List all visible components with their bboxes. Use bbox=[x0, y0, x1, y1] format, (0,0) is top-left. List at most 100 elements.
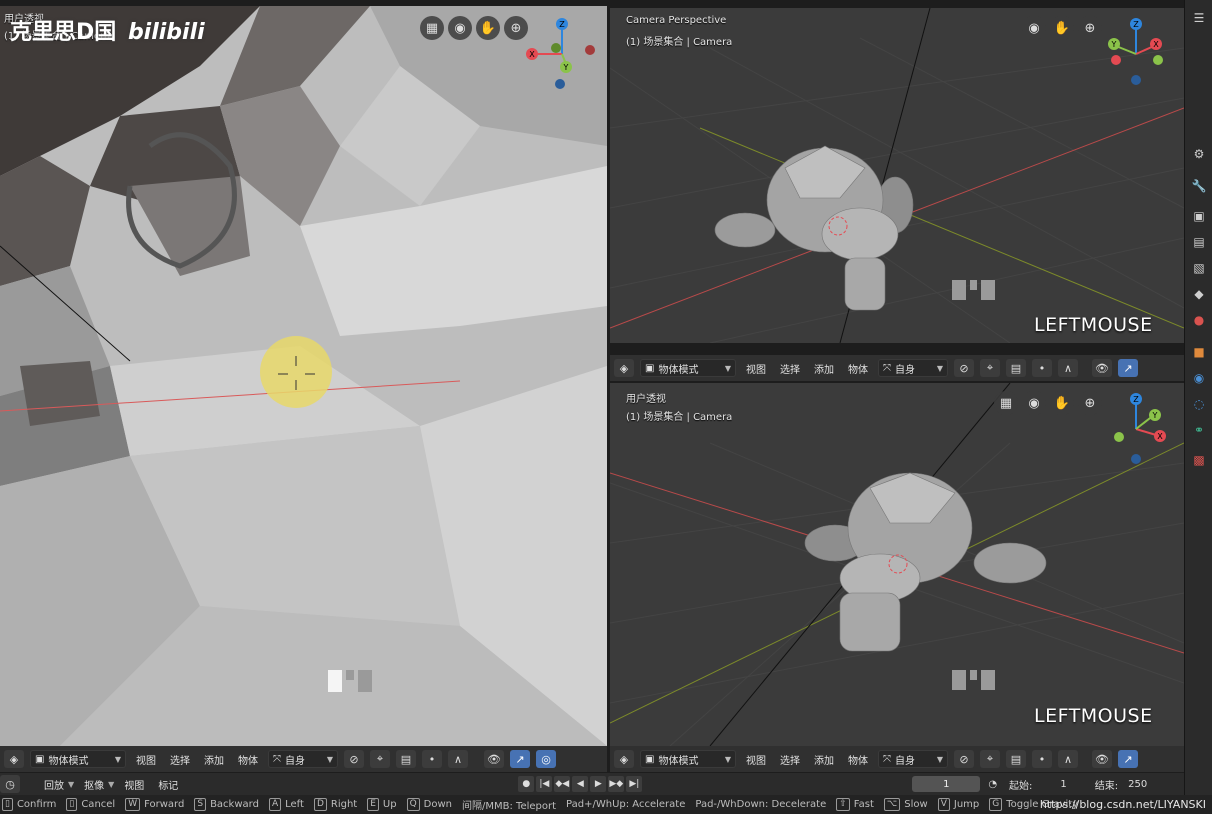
tool-icon[interactable]: 🔧 bbox=[1191, 178, 1207, 194]
tool-settings-icon[interactable]: ⚙ bbox=[1191, 146, 1207, 162]
page-bottom-margin bbox=[0, 814, 1212, 834]
mouse-left-button bbox=[952, 280, 966, 300]
menu-select[interactable]: 选择 bbox=[776, 361, 804, 376]
pivot-icon[interactable]: ⊘ bbox=[344, 750, 364, 768]
proportional-edit-icon[interactable]: • bbox=[1032, 750, 1052, 768]
bottom-right-viewport[interactable]: 用户透视 (1) 场景集合 | Camera ▦ ◉ ✋ ⊕ Z X Y LEF… bbox=[610, 383, 1184, 746]
gizmo-toggle-icon[interactable]: ↗ bbox=[510, 750, 530, 768]
editor-type-icon[interactable]: ◈ bbox=[614, 359, 634, 377]
menu-add[interactable]: 添加 bbox=[810, 752, 838, 767]
view-layer-icon[interactable]: ▧ bbox=[1191, 260, 1207, 276]
physics-icon[interactable]: ◌ bbox=[1191, 396, 1207, 412]
visibility-icon[interactable]: 👁 bbox=[484, 750, 504, 768]
menu-view[interactable]: 视图 bbox=[742, 752, 770, 767]
keyboard-key-icon: A bbox=[268, 798, 282, 811]
left-viewport[interactable]: 用户透视 (1) 场景集合 | Camera 克里思D国 bilibili ▦ … bbox=[0, 6, 607, 746]
editor-type-icon[interactable]: ◈ bbox=[614, 750, 634, 768]
bottom-right-axis-gizmo[interactable]: Z X Y bbox=[1100, 389, 1180, 469]
snap-icon[interactable]: ⌖ bbox=[980, 750, 1000, 768]
top-right-axis-gizmo[interactable]: Z X Y bbox=[1098, 14, 1178, 94]
mode-dropdown[interactable]: ▣ 物体模式 ▼ bbox=[640, 359, 736, 377]
menu-view[interactable]: 视图 bbox=[132, 752, 160, 767]
outliner-icon[interactable]: ☰ bbox=[1191, 10, 1207, 26]
grid-icon[interactable]: ▦ bbox=[420, 16, 444, 40]
playback-menu[interactable]: 回放 bbox=[40, 777, 68, 792]
next-keyframe-icon[interactable]: ▶◆ bbox=[608, 776, 625, 792]
zoom-icon[interactable]: ⊕ bbox=[1078, 391, 1102, 415]
pivot-icon[interactable]: ⊘ bbox=[954, 359, 974, 377]
modifier-icon[interactable]: ◉ bbox=[1191, 370, 1207, 386]
timeline-view-menu[interactable]: 视图 bbox=[120, 777, 148, 792]
hand-pan-icon[interactable]: ✋ bbox=[1050, 391, 1074, 415]
status-hint-label: Fast bbox=[853, 799, 874, 810]
falloff-icon[interactable]: ∧ bbox=[1058, 359, 1078, 377]
menu-add[interactable]: 添加 bbox=[810, 361, 838, 376]
pivot-icon[interactable]: ⊘ bbox=[954, 750, 974, 768]
prev-keyframe-icon[interactable]: ◆◀ bbox=[554, 776, 571, 792]
output-icon[interactable]: ▤ bbox=[1191, 234, 1207, 250]
camera-icon[interactable]: ◉ bbox=[1022, 16, 1046, 40]
texture-icon[interactable]: ▩ bbox=[1191, 452, 1207, 468]
transform-orientation-dropdown[interactable]: ⤧ 自身 ▼ bbox=[878, 750, 948, 768]
menu-object[interactable]: 物体 bbox=[844, 752, 872, 767]
play-icon[interactable]: ▶ bbox=[590, 776, 607, 792]
marker-menu[interactable]: 标记 bbox=[154, 777, 182, 792]
play-reverse-icon[interactable]: ◀ bbox=[572, 776, 589, 792]
scene-icon[interactable]: ◆ bbox=[1191, 286, 1207, 302]
snap-icon[interactable]: ⌖ bbox=[370, 750, 390, 768]
status-hint: ▯ Cancel bbox=[66, 798, 115, 811]
snap-target-icon[interactable]: ▤ bbox=[396, 750, 416, 768]
menu-object[interactable]: 物体 bbox=[844, 361, 872, 376]
constraint-icon[interactable]: ⚭ bbox=[1191, 422, 1207, 438]
overlay-toggle-icon[interactable]: ◎ bbox=[536, 750, 556, 768]
timeline-editor-icon[interactable]: ◷ bbox=[0, 775, 20, 793]
menu-select[interactable]: 选择 bbox=[166, 752, 194, 767]
record-icon[interactable]: ● bbox=[518, 776, 535, 792]
object-icon[interactable]: ■ bbox=[1191, 344, 1207, 360]
status-hint-label: Slow bbox=[904, 799, 928, 810]
svg-text:Y: Y bbox=[1111, 40, 1117, 49]
menu-select[interactable]: 选择 bbox=[776, 752, 804, 767]
menu-object[interactable]: 物体 bbox=[234, 752, 262, 767]
status-hint-label: Right bbox=[330, 799, 358, 810]
grid-icon[interactable]: ▦ bbox=[994, 391, 1018, 415]
falloff-icon[interactable]: ∧ bbox=[448, 750, 468, 768]
end-frame-value[interactable]: 250 bbox=[1128, 779, 1147, 790]
hand-pan-icon[interactable]: ✋ bbox=[1050, 16, 1074, 40]
jump-start-icon[interactable]: |◀ bbox=[536, 776, 553, 792]
menu-add[interactable]: 添加 bbox=[200, 752, 228, 767]
transform-orientation-dropdown[interactable]: ⤧ 自身 ▼ bbox=[268, 750, 338, 768]
snap-target-icon[interactable]: ▤ bbox=[1006, 750, 1026, 768]
jump-end-icon[interactable]: ▶| bbox=[626, 776, 643, 792]
camera-icon[interactable]: ◉ bbox=[1022, 391, 1046, 415]
proportional-edit-icon[interactable]: • bbox=[1032, 359, 1052, 377]
start-frame-value[interactable]: 1 bbox=[1060, 779, 1066, 790]
menu-view[interactable]: 视图 bbox=[742, 361, 770, 376]
gizmo-toggle-icon[interactable]: ↗ bbox=[1118, 750, 1138, 768]
render-icon[interactable]: ▣ bbox=[1191, 208, 1207, 224]
visibility-icon[interactable]: 👁 bbox=[1092, 750, 1112, 768]
proportional-edit-icon[interactable]: • bbox=[422, 750, 442, 768]
snap-icon[interactable]: ⌖ bbox=[980, 359, 1000, 377]
status-hint: A Left bbox=[268, 798, 304, 811]
hand-pan-icon[interactable]: ✋ bbox=[476, 16, 500, 40]
playback-controls: ● |◀ ◆◀ ◀ ▶ ▶◆ ▶| bbox=[518, 776, 644, 792]
mode-dropdown[interactable]: ▣ 物体模式 ▼ bbox=[30, 750, 126, 768]
falloff-icon[interactable]: ∧ bbox=[1058, 750, 1078, 768]
world-icon[interactable]: ● bbox=[1191, 312, 1207, 328]
current-frame-field[interactable]: 1 bbox=[912, 776, 981, 792]
snap-target-icon[interactable]: ▤ bbox=[1006, 359, 1026, 377]
gizmo-toggle-icon[interactable]: ↗ bbox=[1118, 359, 1138, 377]
left-axis-gizmo[interactable]: Z X Y bbox=[522, 14, 602, 94]
mode-dropdown[interactable]: ▣ 物体模式 ▼ bbox=[640, 750, 736, 768]
transform-orientation-dropdown[interactable]: ⤧ 自身 ▼ bbox=[878, 359, 948, 377]
object-mode-icon: ▣ bbox=[645, 753, 655, 765]
visibility-icon[interactable]: 👁 bbox=[1092, 359, 1112, 377]
keying-menu[interactable]: 抠像 bbox=[80, 777, 108, 792]
svg-text:X: X bbox=[1153, 40, 1159, 49]
camera-icon[interactable]: ◉ bbox=[448, 16, 472, 40]
editor-type-icon[interactable]: ◈ bbox=[4, 750, 24, 768]
status-hint-label: Cancel bbox=[81, 799, 116, 810]
top-right-viewport[interactable]: Camera Perspective (1) 场景集合 | Camera ◉ ✋… bbox=[610, 8, 1184, 343]
mouse-middle-button bbox=[970, 670, 977, 680]
